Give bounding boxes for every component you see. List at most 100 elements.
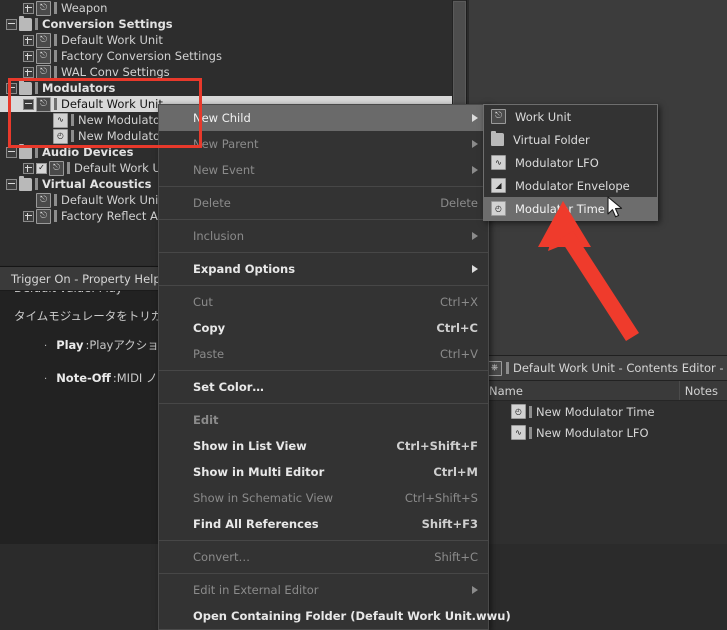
context-menu-item-label: New Parent: [193, 137, 259, 151]
color-bar: [529, 405, 532, 418]
expand-icon[interactable]: [23, 162, 34, 174]
menu-separator: [159, 219, 488, 220]
context-menu-item[interactable]: Expand Options: [159, 256, 488, 282]
context-menu-item-label: New Child: [193, 111, 251, 125]
context-menu-item-label: Find All References: [193, 517, 319, 531]
tree-row-label: Virtual Acoustics: [42, 177, 152, 191]
menu-separator: [159, 370, 488, 371]
context-menu-item: Convert… Shift+C: [159, 544, 488, 570]
collapse-icon[interactable]: [23, 98, 34, 110]
work-unit-icon: ⎋: [491, 109, 506, 124]
contents-editor-row-label: New Modulator LFO: [536, 425, 649, 440]
color-bar: [506, 362, 509, 374]
chevron-right-icon: [472, 140, 478, 148]
submenu-item[interactable]: Virtual Folder: [484, 128, 657, 151]
checkbox-icon[interactable]: ✓: [36, 162, 47, 174]
context-menu-item-label: Show in Multi Editor: [193, 465, 325, 479]
new-child-submenu[interactable]: ⎋ Work Unit Virtual Folder ∿ Modulator LFO ◢ M…: [483, 104, 658, 221]
context-menu-item[interactable]: Copy Ctrl+C: [159, 315, 488, 341]
context-menu-item-shortcut: Ctrl+Shift+S: [404, 491, 478, 505]
modulator-lfo-icon: ∿: [511, 425, 526, 440]
context-menu-item: Show in Schematic View Ctrl+Shift+S: [159, 485, 488, 511]
context-menu-item[interactable]: Show in List View Ctrl+Shift+F: [159, 433, 488, 459]
folder-icon: [491, 131, 504, 146]
menu-separator: [159, 285, 488, 286]
tree-expander-slot: [23, 66, 36, 78]
collapse-icon[interactable]: [6, 178, 17, 190]
bullet-dot-icon: ·: [44, 341, 48, 352]
context-menu-item-shortcut: Ctrl+Shift+F: [396, 439, 478, 453]
context-menu-item[interactable]: Show in Multi Editor Ctrl+M: [159, 459, 488, 485]
modulator-time-icon: ◴: [53, 128, 68, 144]
chevron-right-icon: [472, 265, 478, 273]
collapse-icon[interactable]: [6, 18, 17, 30]
chevron-right-icon: [472, 114, 478, 122]
context-menu-item-label: New Event: [193, 163, 255, 177]
color-bar: [71, 130, 74, 142]
tree-expander-slot: [6, 82, 19, 94]
expand-icon[interactable]: [23, 210, 34, 222]
context-menu-item[interactable]: Set Color…: [159, 374, 488, 400]
context-menu-item-shortcut: Ctrl+M: [433, 465, 478, 479]
bullet-dot-icon: ·: [44, 374, 48, 385]
context-menu-item[interactable]: New Child: [159, 105, 488, 131]
tree-expander-slot: [23, 210, 36, 222]
color-bar: [54, 50, 57, 62]
submenu-item[interactable]: ∿ Modulator LFO: [484, 151, 657, 174]
expand-icon[interactable]: [23, 2, 34, 14]
expand-icon[interactable]: [23, 66, 34, 78]
column-divider[interactable]: [679, 381, 680, 400]
modulator-lfo-icon: ∿: [53, 112, 68, 128]
contents-editor-row[interactable]: ∿ New Modulator LFO: [481, 422, 727, 443]
column-header-notes[interactable]: Notes: [685, 384, 718, 398]
submenu-item[interactable]: ◴ Modulator Time: [484, 197, 657, 220]
expand-icon[interactable]: [23, 50, 34, 62]
work-unit-icon: ⎋: [49, 160, 64, 176]
collapse-icon[interactable]: [6, 146, 17, 158]
tree-row[interactable]: ⎋ WAL Conv Settings: [0, 64, 466, 80]
expand-icon[interactable]: [23, 34, 34, 46]
tree-expander-slot: [6, 178, 19, 190]
color-bar: [54, 66, 57, 78]
tree-expander-slot: [23, 98, 36, 110]
contents-editor-rows: ◴ New Modulator Time ∿ New Modulator LFO: [481, 401, 727, 443]
color-bar: [54, 34, 57, 46]
work-unit-icon: ⎋: [36, 208, 51, 224]
context-menu-item: Edit: [159, 407, 488, 433]
submenu-item-label: Modulator Time: [515, 201, 605, 216]
bullet-term: Note-Off: [56, 371, 111, 385]
tree-row-label: Factory Reflect Aux: [61, 209, 172, 223]
tree-row[interactable]: ⎋ Weapon: [0, 0, 466, 16]
tree-row[interactable]: ⎋ Factory Conversion Settings: [0, 48, 466, 64]
context-menu-item: Delete Delete: [159, 190, 488, 216]
contents-editor-title: Default Work Unit - Contents Editor - 2 …: [513, 361, 727, 375]
submenu-item[interactable]: ◢ Modulator Envelope: [484, 174, 657, 197]
tree-row-label: Weapon: [61, 1, 108, 15]
submenu-item-label: Work Unit: [515, 109, 572, 124]
context-menu[interactable]: New Child New Parent New Event Delete Delete…: [158, 104, 511, 630]
tree-row[interactable]: Conversion Settings: [0, 15, 466, 32]
contents-editor-row[interactable]: ◴ New Modulator Time: [481, 401, 727, 422]
submenu-item[interactable]: ⎋ Work Unit: [484, 105, 657, 128]
contents-editor-row-label: New Modulator Time: [536, 404, 655, 419]
collapse-icon[interactable]: [6, 82, 17, 94]
context-menu-item[interactable]: Open Containing Folder (Default Work Uni…: [159, 603, 511, 629]
color-bar: [54, 194, 57, 206]
context-menu-item-label: Convert…: [193, 550, 250, 564]
contents-editor-panel[interactable]: ⎈ Default Work Unit - Contents Editor - …: [480, 355, 727, 544]
context-menu-item: New Parent: [159, 131, 488, 157]
context-menu-item-label: Delete: [193, 196, 231, 210]
tree-row-label: Audio Devices: [42, 145, 134, 159]
chevron-right-icon: [472, 586, 478, 594]
context-menu-item-label: Copy: [193, 321, 226, 335]
tree-row[interactable]: ⎋ Default Work Unit: [0, 32, 466, 48]
submenu-item-label: Modulator Envelope: [515, 178, 630, 193]
context-menu-item[interactable]: Find All References Shift+F3: [159, 511, 488, 537]
work-unit-icon: ⎋: [36, 48, 51, 64]
context-menu-item-label: Edit in External Editor: [193, 583, 319, 597]
tree-expander-slot: [23, 50, 36, 62]
color-bar: [71, 114, 74, 126]
context-menu-item-label: Inclusion: [193, 229, 244, 243]
contents-editor-column-header[interactable]: Name Notes: [481, 381, 727, 401]
tree-row[interactable]: Modulators: [0, 79, 466, 96]
